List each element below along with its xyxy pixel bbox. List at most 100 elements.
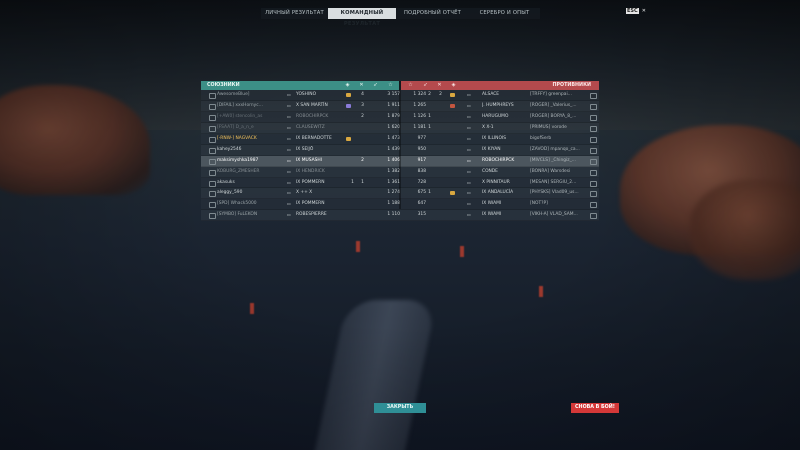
ally-exp: 1 361 — [387, 179, 400, 185]
ally-player-name[interactable]: [+AW0] stencolin_as — [217, 112, 287, 122]
enemies-header: ☆ ➶ ✕ ◈ ПРОТИВНИКИ — [401, 81, 599, 90]
player-avatar-icon — [590, 213, 597, 220]
ally-plane-kills: 1 — [351, 179, 354, 185]
enemy-player-name[interactable]: [BONRA] Warsdesi — [530, 167, 588, 177]
ally-exp: 1 439 — [387, 146, 400, 152]
close-button[interactable]: ЗАКРЫТЬ — [374, 403, 426, 413]
ally-player-name[interactable]: [SYMBO] FuLEKON — [217, 210, 287, 220]
player-avatar-icon — [209, 169, 216, 176]
ally-ship-name: ROBOCHIRPCK — [296, 113, 329, 119]
ship-class-icon: ▭ — [467, 179, 471, 185]
ally-player-name[interactable]: [FSAAT] D_a_n_e — [217, 123, 287, 133]
ally-player-name[interactable]: [DIFAIL] xxxHornyc... — [217, 101, 287, 111]
player-avatar-icon — [209, 136, 216, 143]
ally-kills: 2 — [361, 157, 364, 163]
ship-class-icon: ▭ — [287, 102, 291, 108]
player-avatar-icon — [209, 180, 216, 187]
ally-exp: 1 382 — [387, 168, 400, 174]
star-icon: ☆ — [408, 82, 413, 88]
ally-exp: 1 911 — [387, 102, 400, 108]
enemy-exp: 977 — [417, 135, 426, 141]
ribbon-badge-icon — [450, 93, 455, 97]
ship-class-icon: ▭ — [287, 124, 291, 130]
ship-class-icon: ▭ — [287, 135, 291, 141]
ribbon-icon: ◈ — [451, 82, 456, 88]
enemy-player-name[interactable]: [ZAVOD] mpanqo_ca... — [530, 145, 588, 155]
enemy-player-name[interactable]: [TRFFY] greenpai... — [530, 90, 588, 100]
ally-ship-name: IX POMMERN — [296, 201, 325, 207]
battle-again-button[interactable]: СНОВА В БОЙ! — [571, 403, 619, 413]
kills-icon: ✕ — [437, 82, 442, 88]
esc-close[interactable]: ESC ✕ — [626, 8, 646, 14]
player-avatar-icon — [209, 213, 216, 220]
player-avatar-icon — [209, 147, 216, 154]
plane-icon: ➶ — [373, 82, 378, 88]
ally-ship-name: ROBESPIERRE — [296, 212, 327, 218]
ship-class-icon: ▭ — [467, 146, 471, 152]
enemy-player-name[interactable]: [PHYSKS] Vlad09_us... — [530, 188, 588, 198]
ribbon-badge-icon — [346, 93, 351, 97]
enemy-player-name[interactable]: [MIVCLS] _Chingiz_... — [530, 156, 588, 166]
enemy-exp: 950 — [417, 146, 426, 152]
player-avatar-icon — [590, 169, 597, 176]
ship-class-icon: ▭ — [467, 212, 471, 218]
ally-exp: 1 274 — [387, 190, 400, 196]
enemy-player-name[interactable]: [NOT?P] — [530, 199, 588, 209]
enemy-exp: 917 — [417, 157, 426, 163]
esc-key-label: ESC — [626, 8, 639, 14]
player-avatar-icon — [209, 158, 216, 165]
kills-icon: ✕ — [359, 82, 364, 88]
ribbon-badge-icon — [450, 191, 455, 196]
ally-player-name[interactable]: KOBURG_ZMESHER — [217, 167, 287, 177]
tab-silver-and-exp[interactable]: СЕРЕБРО И ОПЫТ — [469, 8, 540, 19]
player-avatar-icon — [590, 180, 597, 187]
ally-player-name[interactable]: akasuks — [217, 178, 287, 188]
table-row[interactable]: [SYMBO] FuLEKON ▭ ROBESPIERRE 1 110 315 ▭ IX I… — [201, 210, 599, 222]
ally-player-name[interactable]: [SPD] Whack5000 — [217, 199, 287, 209]
ribbon-badge-icon — [450, 103, 455, 108]
tab-personal-result[interactable]: ЛИЧНЫЙ РЕЗУЛЬТАТ — [261, 8, 328, 19]
enemy-exp: 315 — [417, 212, 426, 218]
player-avatar-icon — [209, 191, 216, 198]
enemy-kills: 1 — [428, 124, 431, 130]
ship-class-icon: ▭ — [287, 157, 291, 163]
ally-player-name[interactable]: aleggy_590 — [217, 188, 287, 198]
enemy-player-name[interactable]: [ROGER] BORYA_8_... — [530, 112, 588, 122]
enemy-player-name[interactable]: [VIKH-A] VLAD_SAM... — [530, 210, 588, 220]
enemy-player-name[interactable]: bigofSerb — [530, 134, 588, 144]
ship-class-icon: ▭ — [467, 201, 471, 207]
enemy-exp: 1 126 — [413, 113, 426, 119]
team-results-table: СОЮЗНИКИ ◈ ✕ ➶ ☆ ☆ ➶ ✕ ◈ ПРОТИВНИКИ Awes… — [201, 81, 599, 222]
enemy-exp: 1 265 — [413, 102, 426, 108]
enemy-player-name[interactable]: [PRIMUS] vorode — [530, 123, 588, 133]
ship-class-icon: ▭ — [287, 190, 291, 196]
ally-exp: 1 473 — [387, 135, 400, 141]
ship-class-icon: ▭ — [287, 92, 291, 97]
enemy-player-name[interactable]: [MESAN] SERGIU_2... — [530, 178, 588, 188]
ally-player-name[interactable]: [-RNW-] NAGVACK — [217, 134, 287, 144]
enemy-player-name[interactable]: [ROGER] _Valerius_... — [530, 101, 588, 111]
ally-player-name[interactable]: maksimyshka1987 — [217, 156, 287, 166]
results-tabs: ЛИЧНЫЙ РЕЗУЛЬТАТ КОМАНДНЫЙ РЕЗУЛЬТАТ ПОД… — [261, 8, 540, 27]
ally-player-name[interactable]: kahey2546 — [217, 145, 287, 155]
tab-detailed-report[interactable]: ПОДРОБНЫЙ ОТЧЁТ — [396, 8, 469, 19]
ship-class-icon: ▭ — [467, 102, 471, 108]
player-avatar-icon — [209, 125, 216, 132]
ally-exp: 1 620 — [387, 124, 400, 130]
player-avatar-icon — [590, 202, 597, 209]
ally-exp: 1 406 — [387, 157, 400, 163]
close-icon[interactable]: ✕ — [642, 8, 646, 14]
ally-kills: 2 — [361, 113, 364, 119]
ship-class-icon: ▭ — [467, 124, 471, 130]
vignette — [0, 0, 800, 450]
ally-player-name[interactable]: AwesomeBlue] — [217, 90, 287, 100]
player-avatar-icon — [590, 93, 597, 99]
ally-ship-name: IX SEIJŌ — [296, 146, 314, 152]
tab-team-result[interactable]: КОМАНДНЫЙ РЕЗУЛЬТАТ — [328, 8, 396, 27]
player-avatar-icon — [209, 93, 216, 99]
enemy-kills: 2 — [428, 92, 431, 97]
player-avatar-icon — [209, 202, 216, 209]
ship-class-icon: ▭ — [287, 212, 291, 218]
allies-title: СОЮЗНИКИ — [207, 83, 240, 88]
ship-class-icon: ▭ — [467, 168, 471, 174]
